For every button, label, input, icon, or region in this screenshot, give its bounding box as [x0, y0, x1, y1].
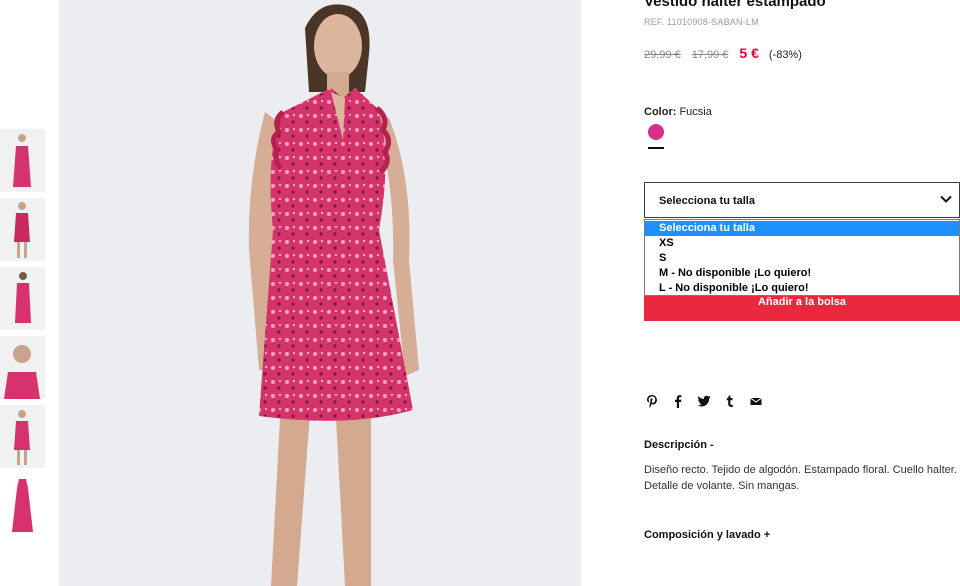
product-info-panel: Vestido halter estampado REF. 11010908-S…	[644, 0, 960, 586]
current-price: 5 €	[739, 45, 759, 61]
composition-toggle[interactable]: Composición y lavado +	[644, 529, 770, 541]
selected-swatch-indicator	[648, 147, 664, 149]
color-label-key: Color:	[644, 106, 677, 118]
description-toggle[interactable]: Descripción -	[644, 439, 714, 451]
size-select[interactable]: Selecciona tu talla	[644, 182, 960, 218]
thumbnail-1[interactable]	[0, 129, 45, 192]
color-label: Color: Fucsia	[644, 106, 712, 118]
facebook-icon[interactable]	[670, 393, 686, 409]
description-text: Diseño recto. Tejido de algodón. Estampa…	[644, 464, 957, 492]
add-to-bag-button[interactable]: Añadir a la bolsa	[644, 294, 960, 321]
tumblr-icon[interactable]	[722, 393, 738, 409]
size-select-value: Selecciona tu talla	[659, 195, 755, 207]
thumbnail-6[interactable]	[0, 474, 45, 537]
size-option-placeholder[interactable]: Selecciona tu talla	[645, 221, 959, 236]
twitter-icon[interactable]	[696, 393, 712, 409]
mail-icon[interactable]	[748, 393, 764, 409]
color-value: Fucsia	[679, 106, 712, 118]
size-option-m[interactable]: M - No disponible ¡Lo quiero!	[645, 266, 959, 281]
thumbnail-5[interactable]	[0, 405, 45, 468]
size-option-xs[interactable]: XS	[645, 236, 959, 251]
thumbnail-3[interactable]	[0, 267, 45, 330]
chevron-down-icon	[939, 192, 953, 206]
color-swatch-fucsia[interactable]	[648, 124, 664, 140]
thumbnail-2[interactable]	[0, 198, 45, 261]
product-title: Vestido halter estampado	[644, 0, 826, 10]
previous-price: 17,99 €	[691, 49, 729, 61]
pinterest-icon[interactable]	[644, 393, 660, 409]
product-main-image	[59, 0, 581, 586]
discount-badge: (-83%)	[768, 49, 802, 61]
original-price: 29,99 €	[644, 49, 681, 61]
price-block: 29,99 € 17,99 € 5 € (-83%)	[644, 45, 802, 61]
thumbnail-4[interactable]	[0, 336, 45, 399]
size-option-l[interactable]: L - No disponible ¡Lo quiero!	[645, 281, 959, 296]
product-reference: REF. 11010908-SABAN-LM	[644, 17, 759, 27]
share-icons	[644, 393, 774, 409]
size-option-s[interactable]: S	[645, 251, 959, 266]
size-dropdown-list: Selecciona tu talla XS S M - No disponib…	[644, 219, 960, 296]
